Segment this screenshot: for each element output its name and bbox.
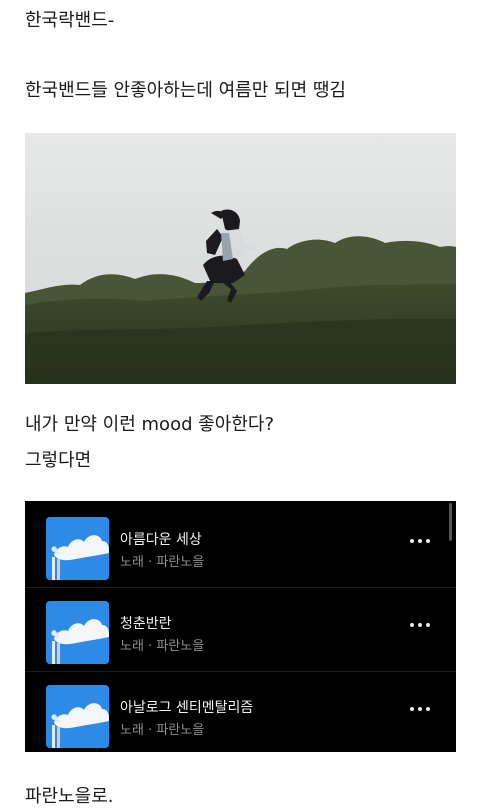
album-art-thumbnail	[46, 685, 109, 748]
album-art-thumbnail	[46, 517, 109, 580]
song-subtitle: 노래 · 파란노을	[120, 639, 205, 654]
more-horizontal-icon[interactable]	[410, 707, 430, 713]
song-list-item[interactable]: 아날로그 센티멘탈리즘 노래 · 파란노을	[25, 671, 456, 752]
song-title: 청춘반란	[120, 616, 172, 632]
post-text-line: 파란노을로.	[25, 786, 114, 807]
running-girl-photo	[25, 133, 456, 384]
song-subtitle: 노래 · 파란노을	[120, 723, 205, 738]
post-text-line: 한국락밴드-	[25, 10, 115, 31]
divider	[25, 671, 456, 672]
song-title: 아날로그 센티멘탈리즘	[120, 700, 254, 716]
post-text-line: 한국밴드들 안좋아하는데 여름만 되면 땡김	[25, 80, 346, 101]
song-list-item[interactable]: 아름다운 세상 노래 · 파란노을	[25, 503, 456, 587]
album-art-thumbnail	[46, 601, 109, 664]
music-list: 아름다운 세상 노래 · 파란노을 청춘반란 노래 · 파란노을 아날로그 센티…	[25, 501, 456, 752]
more-horizontal-icon[interactable]	[410, 539, 430, 545]
post-text-line: 그렇다면	[25, 450, 92, 471]
song-list-item[interactable]: 청춘반란 노래 · 파란노을	[25, 587, 456, 671]
more-horizontal-icon[interactable]	[410, 623, 430, 629]
divider	[25, 587, 456, 588]
song-subtitle: 노래 · 파란노을	[120, 555, 205, 570]
post-text-line: 내가 만약 이런 mood 좋아한다?	[25, 414, 275, 435]
song-title: 아름다운 세상	[120, 532, 202, 548]
